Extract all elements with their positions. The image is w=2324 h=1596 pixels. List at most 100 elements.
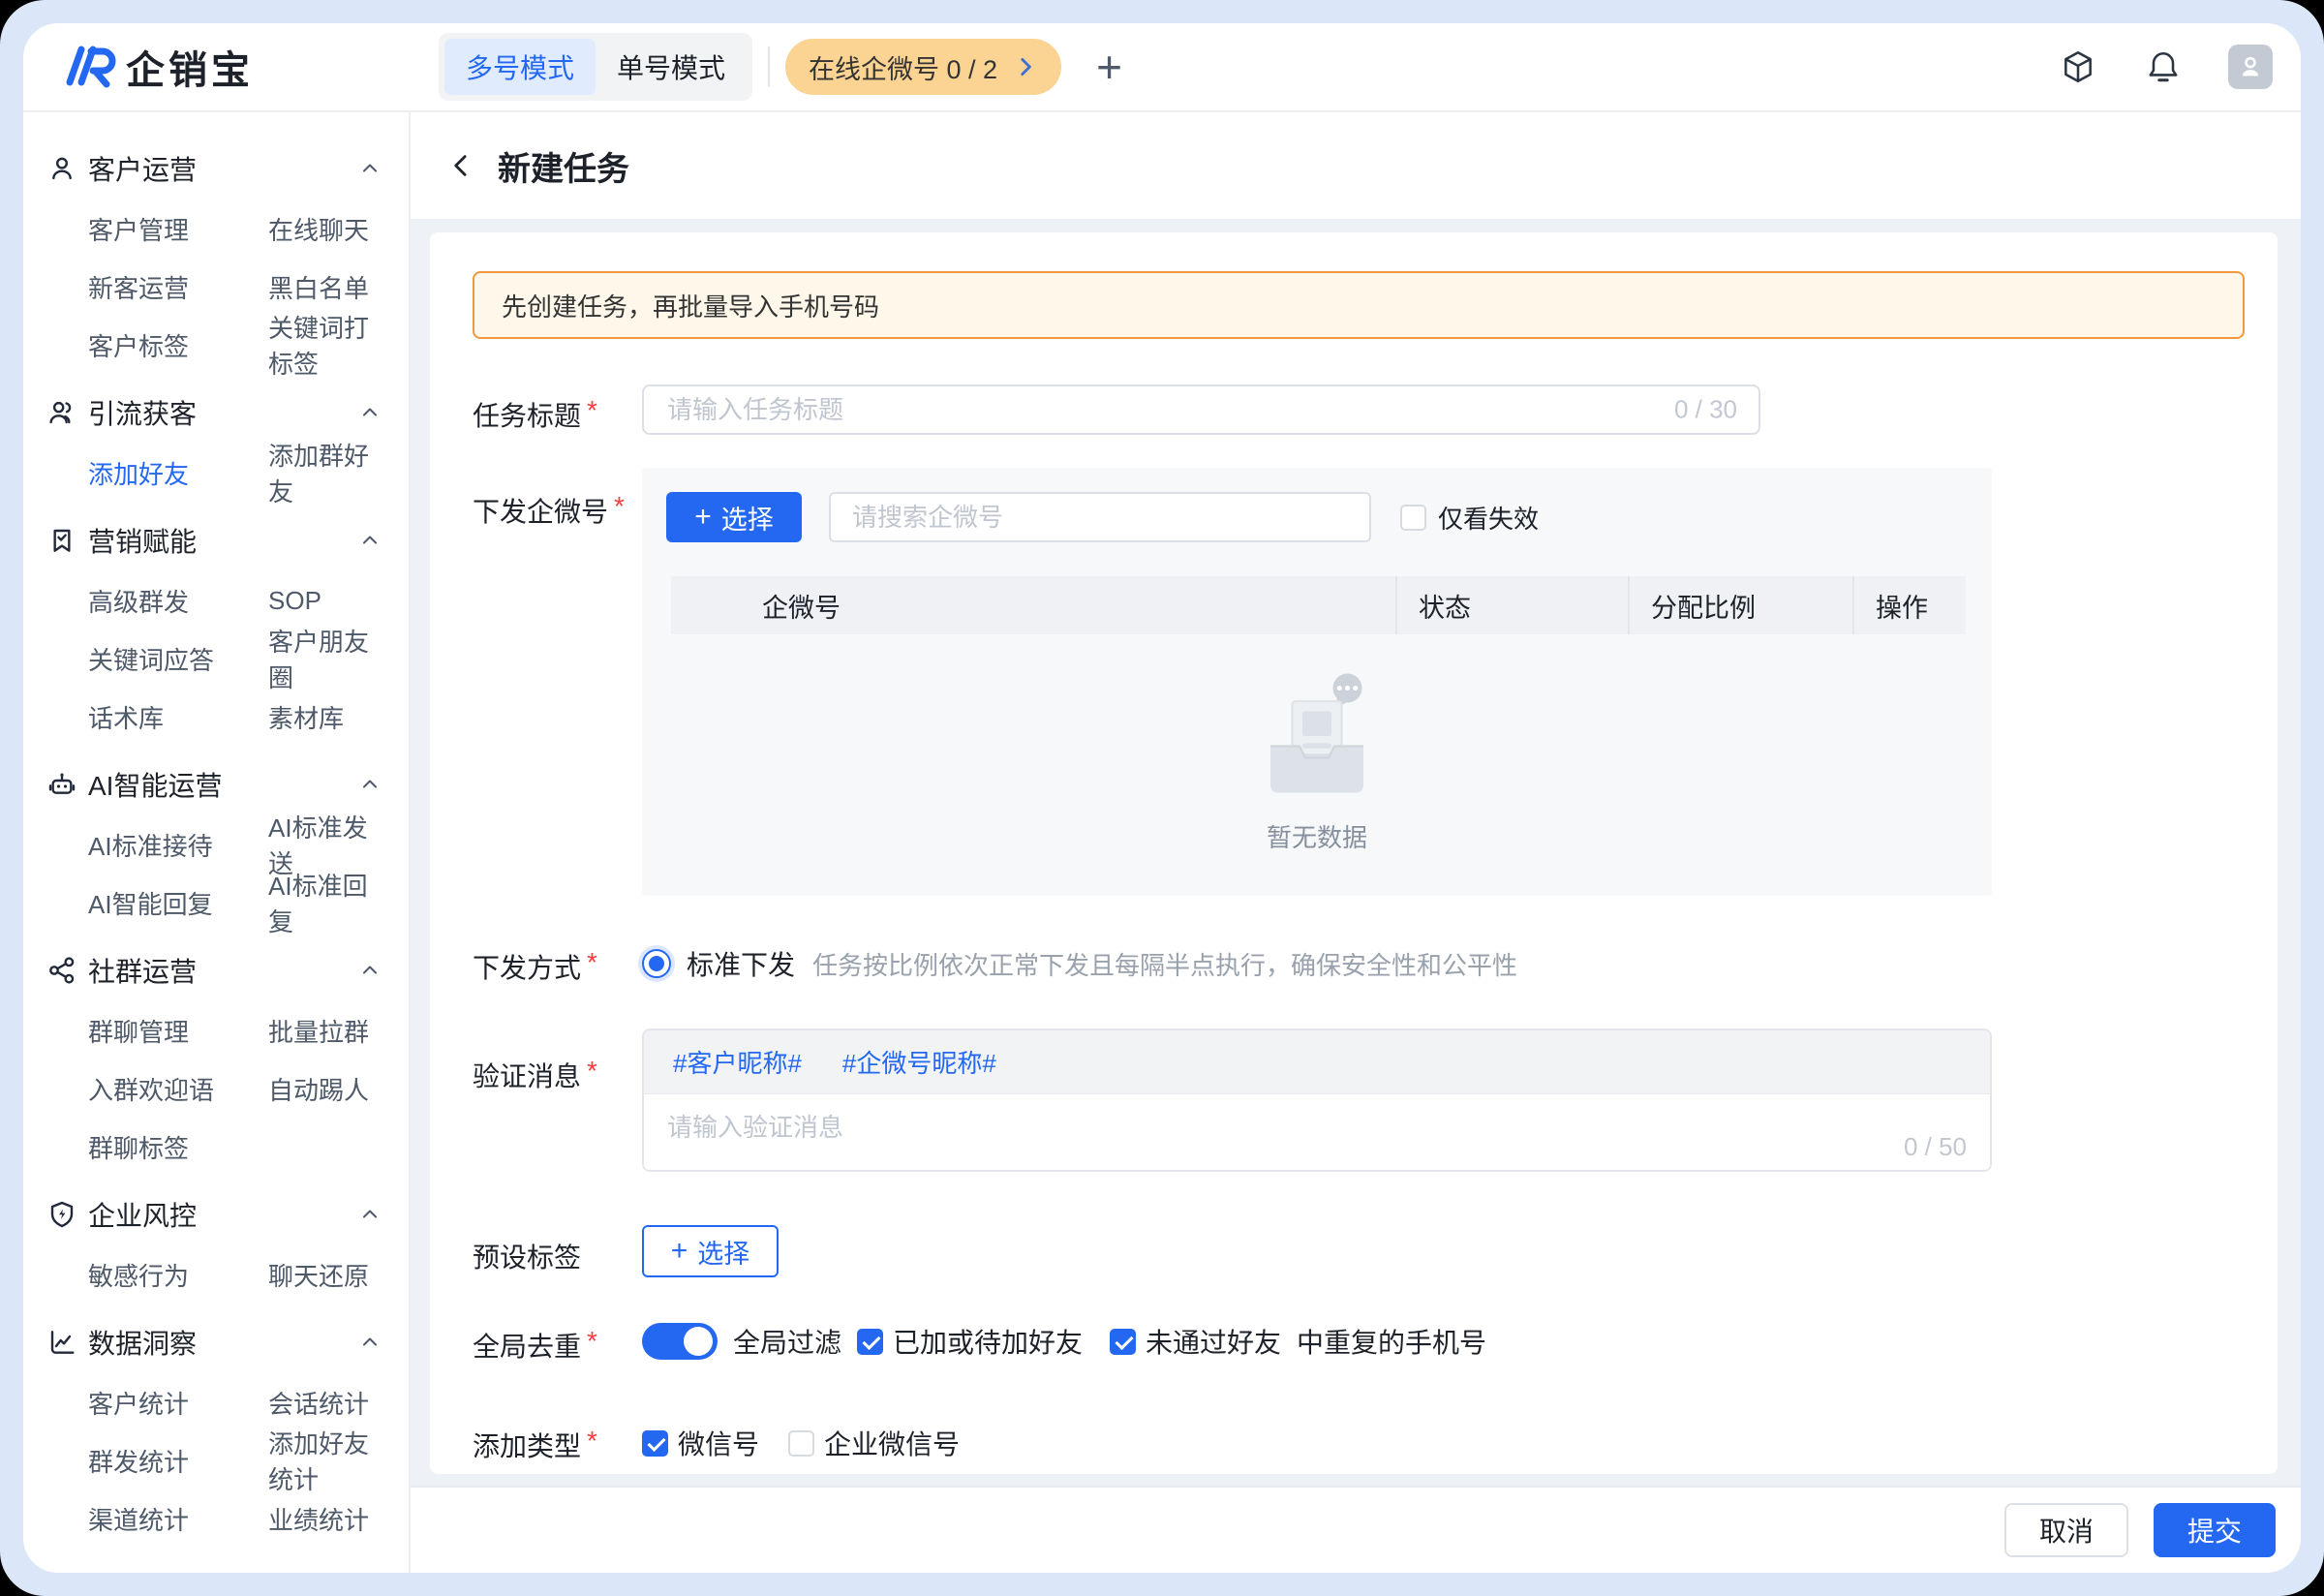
tab-single-account-mode[interactable]: 单号模式 bbox=[596, 39, 747, 95]
field-label: 添加类型 * bbox=[473, 1424, 642, 1464]
sidebar-item[interactable]: 批量拉群 bbox=[268, 1001, 382, 1059]
only-invalid-checkbox[interactable] bbox=[1400, 505, 1426, 531]
sidebar-section-data-insight[interactable]: 数据洞察 bbox=[46, 1321, 382, 1364]
chart-icon bbox=[46, 1327, 77, 1358]
section-items: 群聊管理 批量拉群 入群欢迎语 自动踢人 群聊标签 bbox=[88, 1001, 382, 1176]
sidebar-item[interactable]: 客户标签 bbox=[88, 316, 268, 374]
sidebar: 客户运营 客户管理 在线聊天 新客运营 黑白名单 客户标签 关键词打标签 bbox=[23, 112, 411, 1573]
account-search-input[interactable] bbox=[829, 492, 1371, 542]
sidebar-item[interactable]: 自动踢人 bbox=[268, 1059, 382, 1118]
sidebar-item[interactable]: SOP bbox=[268, 571, 382, 629]
sidebar-item[interactable]: 入群欢迎语 bbox=[88, 1059, 268, 1118]
form-card: 先创建任务，再批量导入手机号码 任务标题 * 0 / 30 bbox=[430, 232, 2278, 1474]
standard-send-radio[interactable] bbox=[642, 949, 671, 978]
token-account-nickname[interactable]: #企微号昵称# bbox=[842, 1044, 996, 1080]
added-or-pending-checkbox[interactable] bbox=[857, 1329, 883, 1355]
chevron-up-icon bbox=[358, 401, 382, 424]
sidebar-item[interactable]: 敏感行为 bbox=[88, 1245, 268, 1304]
radio-label: 标准下发 bbox=[687, 944, 795, 983]
sidebar-item-add-friend[interactable]: 添加好友 bbox=[88, 444, 268, 502]
global-filter-toggle[interactable] bbox=[642, 1323, 718, 1360]
app-title: 企销宝 bbox=[126, 39, 254, 95]
sidebar-item[interactable]: 群聊管理 bbox=[88, 1001, 268, 1059]
sidebar-section-system-settings[interactable]: 系统设置 bbox=[46, 1565, 382, 1573]
form-footer: 取消 提交 bbox=[411, 1486, 2301, 1573]
chevron-up-icon bbox=[358, 157, 382, 180]
token-customer-nickname[interactable]: #客户昵称# bbox=[673, 1044, 802, 1080]
chevron-up-icon bbox=[358, 1203, 382, 1226]
sidebar-item[interactable]: 黑白名单 bbox=[268, 258, 382, 316]
field-add-type: 添加类型 * 微信号 企业微信号 bbox=[473, 1424, 2245, 1464]
column-header: 企微号 bbox=[671, 576, 1395, 634]
empty-state: 暂无数据 bbox=[642, 634, 1992, 896]
sidebar-item[interactable]: 素材库 bbox=[268, 688, 382, 746]
sidebar-item[interactable]: AI标准回复 bbox=[268, 874, 382, 932]
add-type-control: 微信号 企业微信号 bbox=[642, 1424, 960, 1462]
cancel-button[interactable]: 取消 bbox=[2004, 1503, 2128, 1557]
verify-message-body: 0 / 50 bbox=[644, 1094, 1990, 1170]
sidebar-section-community-ops[interactable]: 社群运营 bbox=[46, 949, 382, 992]
field-send-account: 下发企微号 * + 选择 仅看失效 bbox=[473, 468, 2245, 896]
sidebar-section-lead-acquisition[interactable]: 引流获客 bbox=[46, 391, 382, 434]
sidebar-item[interactable]: 客户朋友圈 bbox=[268, 629, 382, 688]
task-title-input[interactable] bbox=[642, 384, 1760, 435]
sidebar-item[interactable]: AI标准发送 bbox=[268, 815, 382, 874]
section-title: AI智能运营 bbox=[88, 765, 222, 804]
field-verify-message: 验证消息 * #客户昵称# #企微号昵称# 0 / 50 bbox=[473, 1028, 2245, 1172]
sidebar-item[interactable]: 话术库 bbox=[88, 688, 268, 746]
checkbox-label: 企业微信号 bbox=[824, 1424, 960, 1462]
page-header: 新建任务 bbox=[411, 112, 2301, 219]
sidebar-section-customer-ops[interactable]: 客户运营 bbox=[46, 147, 382, 190]
online-account-pill[interactable]: 在线企微号 0 / 2 bbox=[785, 39, 1061, 95]
field-preset-tag: 预设标签 + 选择 bbox=[473, 1225, 2245, 1277]
enterprise-wechat-checkbox[interactable] bbox=[788, 1430, 814, 1457]
field-label: 全局去重 * bbox=[473, 1322, 642, 1365]
chevron-up-icon bbox=[358, 773, 382, 796]
sidebar-item[interactable]: 聊天还原 bbox=[268, 1245, 382, 1304]
user-avatar[interactable] bbox=[2228, 45, 2273, 89]
sidebar-item[interactable]: 新客运营 bbox=[88, 258, 268, 316]
checkbox-label: 已加或待加好友 bbox=[893, 1322, 1083, 1361]
section-title: 企业风控 bbox=[88, 1195, 197, 1234]
notification-bell-icon[interactable] bbox=[2145, 48, 2182, 85]
chevron-up-icon bbox=[358, 1331, 382, 1354]
empty-inbox-illustration bbox=[1244, 663, 1390, 809]
sidebar-item[interactable]: 客户管理 bbox=[88, 200, 268, 258]
apps-cube-icon[interactable] bbox=[2060, 48, 2096, 85]
sidebar-item[interactable]: AI智能回复 bbox=[88, 874, 268, 932]
sidebar-item[interactable]: 群发统计 bbox=[88, 1431, 268, 1489]
sidebar-item[interactable]: 添加群好友 bbox=[268, 444, 382, 502]
back-icon[interactable] bbox=[447, 151, 476, 180]
sidebar-item[interactable]: AI标准接待 bbox=[88, 815, 268, 874]
online-account-label: 在线企微号 0 / 2 bbox=[809, 48, 997, 86]
column-header: 分配比例 bbox=[1628, 576, 1852, 634]
sidebar-item[interactable]: 在线聊天 bbox=[268, 200, 382, 258]
verify-message-textarea[interactable] bbox=[644, 1094, 1990, 1170]
sidebar-item[interactable]: 高级群发 bbox=[88, 571, 268, 629]
add-tab-button[interactable]: + bbox=[1096, 45, 1122, 89]
char-counter: 0 / 50 bbox=[1904, 1132, 1967, 1162]
select-account-button[interactable]: + 选择 bbox=[666, 492, 802, 542]
sidebar-section-risk-control[interactable]: 企业风控 bbox=[46, 1193, 382, 1236]
tab-multi-account-mode[interactable]: 多号模式 bbox=[444, 39, 596, 95]
sidebar-item[interactable]: 添加好友统计 bbox=[268, 1431, 382, 1489]
sidebar-item[interactable]: 会话统计 bbox=[268, 1373, 382, 1431]
sidebar-item[interactable]: 业绩统计 bbox=[268, 1489, 382, 1548]
only-invalid-label: 仅看失效 bbox=[1438, 500, 1539, 536]
sidebar-section-ai-ops[interactable]: AI智能运营 bbox=[46, 763, 382, 806]
not-passed-checkbox[interactable] bbox=[1110, 1329, 1136, 1355]
select-tag-button[interactable]: + 选择 bbox=[642, 1225, 779, 1277]
wechat-checkbox[interactable] bbox=[642, 1430, 668, 1457]
submit-button[interactable]: 提交 bbox=[2154, 1503, 2276, 1557]
sidebar-item[interactable]: 关键词打标签 bbox=[268, 316, 382, 374]
sidebar-section-marketing[interactable]: 营销赋能 bbox=[46, 519, 382, 562]
column-header: 状态 bbox=[1395, 576, 1628, 634]
sidebar-item[interactable]: 群聊标签 bbox=[88, 1118, 268, 1176]
sidebar-item[interactable]: 客户统计 bbox=[88, 1373, 268, 1431]
shield-icon bbox=[46, 1199, 77, 1230]
sidebar-item[interactable]: 渠道统计 bbox=[88, 1489, 268, 1548]
section-title: 引流获客 bbox=[88, 393, 197, 432]
section-title: 营销赋能 bbox=[88, 521, 197, 560]
account-select-panel: + 选择 仅看失效 企微号 状态 分配比例 bbox=[642, 468, 1992, 896]
sidebar-item[interactable]: 关键词应答 bbox=[88, 629, 268, 688]
